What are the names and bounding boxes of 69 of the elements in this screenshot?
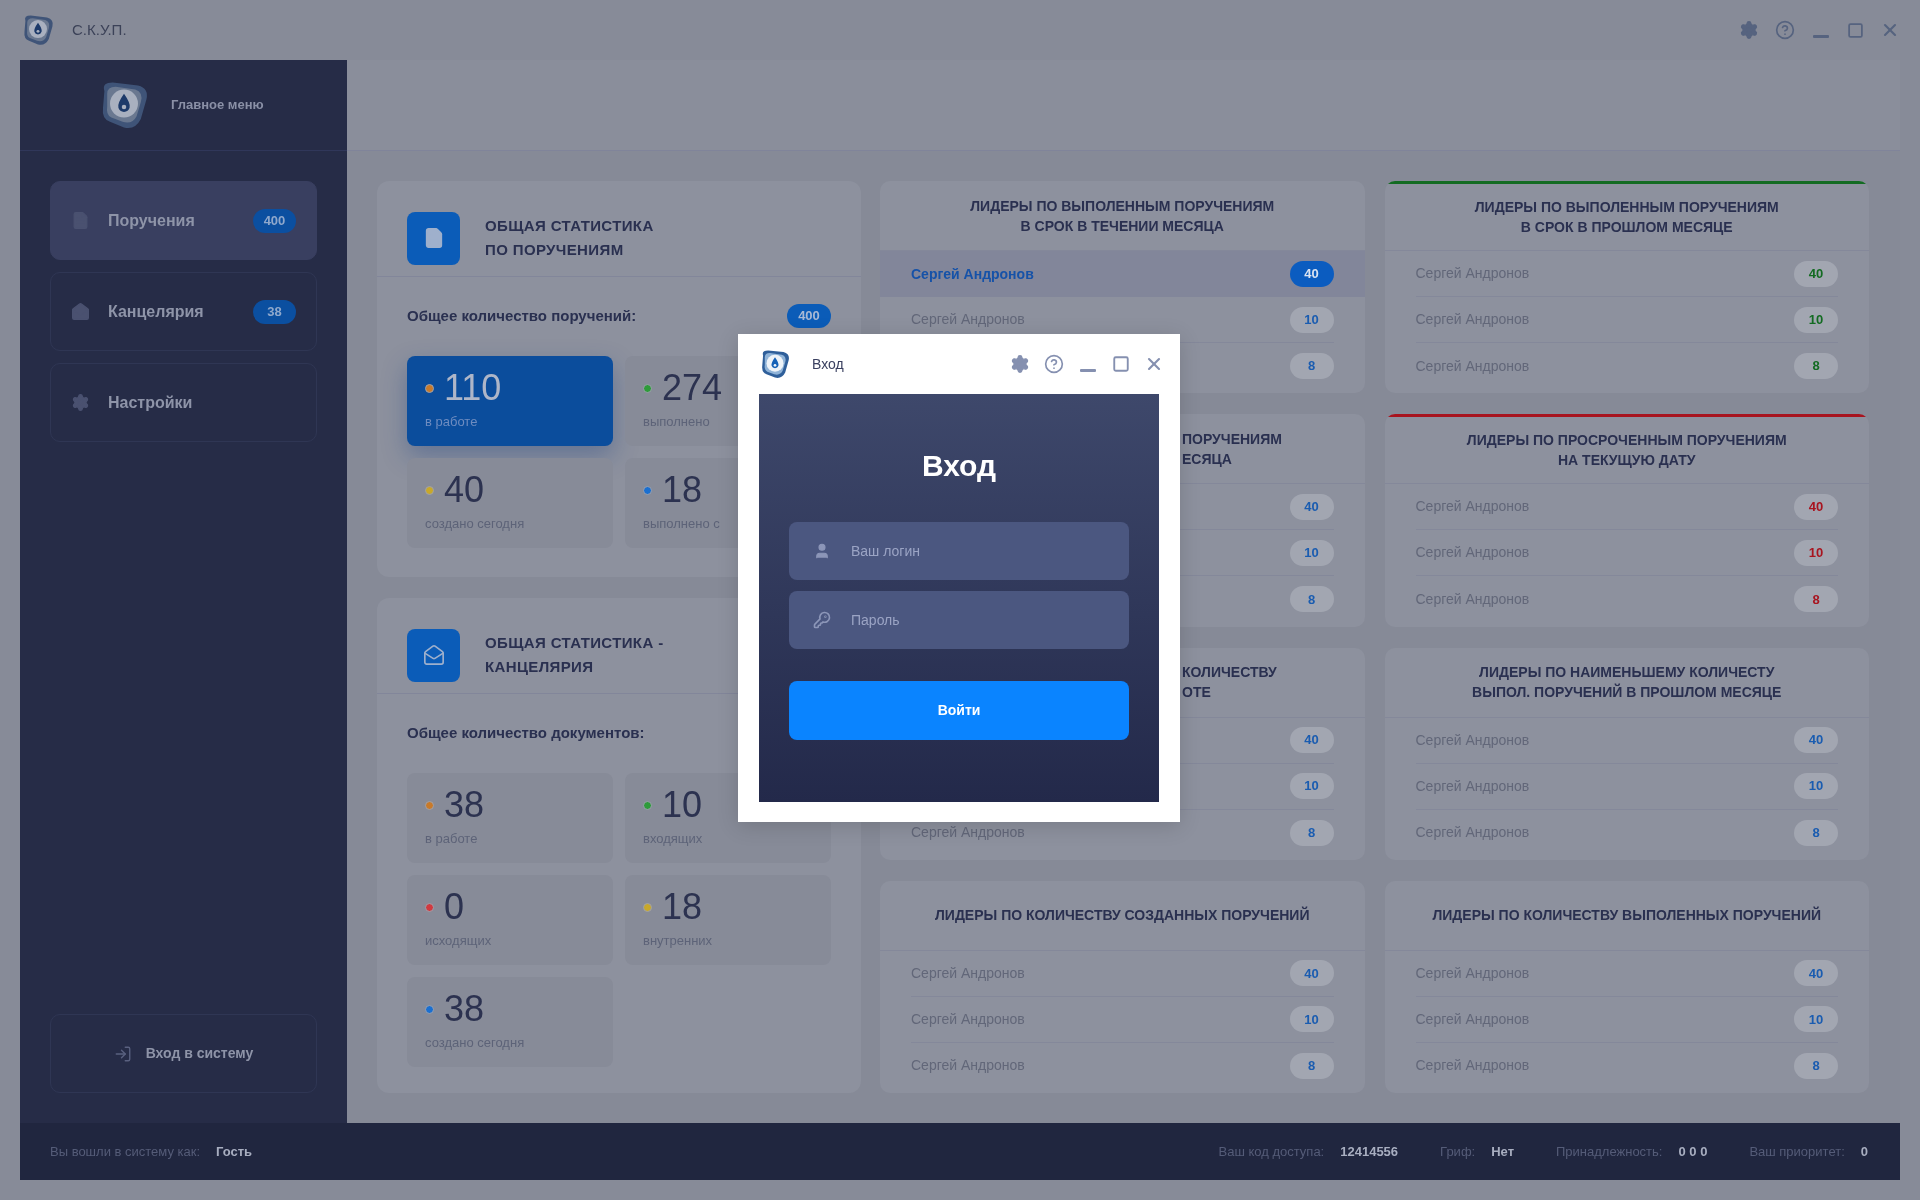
count-badge: 40: [1289, 727, 1334, 753]
card-title: ЛИДЕРЫ ПО НАИМЕНЬШЕМУ КОЛИЧЕСТУ: [1479, 663, 1775, 682]
stat-value: 18: [662, 885, 703, 929]
card-title: ОБЩАЯ СТАТИСТИКА ПО ПОРУЧЕНИЯМ: [485, 216, 654, 260]
total-label: Общее количество документов:: [407, 722, 645, 743]
total-label: Общее количество поручений:: [407, 305, 637, 326]
card-title: НА ТЕКУЩУЮ ДАТУ: [1557, 451, 1696, 471]
status-value: 0 0 0: [1678, 1142, 1708, 1161]
status-value: 0: [1860, 1142, 1868, 1161]
count-badge: 10: [1794, 539, 1838, 566]
stat-value: 274: [662, 366, 723, 410]
count-badge: 40: [1794, 493, 1838, 520]
count-badge: 10: [1289, 539, 1334, 566]
status-value: Нет: [1491, 1142, 1514, 1161]
count-badge: 40: [1289, 960, 1334, 987]
count-badge: 8: [1794, 353, 1838, 379]
status-label: Ваш приоритет:: [1749, 1142, 1845, 1161]
total-badge: 400: [787, 304, 831, 328]
count-badge: 400: [253, 208, 296, 233]
card-title: ЛИДЕРЫ ПО ПРОСРОЧЕННЫМ ПОРУЧЕНИЯМ: [1466, 431, 1787, 451]
count-badge: 10: [1794, 306, 1838, 333]
count-badge: 40: [1794, 727, 1838, 753]
stat-value: 40: [444, 468, 485, 512]
status-label: Гриф:: [1440, 1142, 1476, 1161]
card-title: В СРОК В ПРОШЛОМ МЕСЯЦЕ: [1520, 218, 1733, 237]
count-badge: 10: [1794, 773, 1838, 799]
count-badge: 10: [1794, 1006, 1838, 1033]
count-badge: 40: [1289, 493, 1334, 520]
card-title: ОТЕ: [1182, 683, 1211, 702]
stat-value: 0: [444, 885, 465, 929]
stat-value: 18: [662, 468, 703, 512]
count-badge: 8: [1289, 353, 1334, 379]
sidebar-title: Главное меню: [171, 96, 264, 115]
count-badge: 10: [1289, 1006, 1334, 1033]
count-badge: 38: [253, 299, 296, 324]
stat-value: 10: [662, 783, 703, 827]
card-title: ЛИДЕРЫ ПО ВЫПОЛЕННЫМ ПОРУЧЕНИЯМ: [970, 196, 1275, 216]
status-value: 12414556: [1340, 1142, 1399, 1161]
count-badge: 8: [1794, 586, 1838, 613]
card-title: КОЛИЧЕСТВУ: [1182, 663, 1277, 682]
count-badge: 8: [1289, 1052, 1334, 1079]
stat-value: 38: [444, 783, 485, 827]
status-value: Гость: [216, 1142, 253, 1161]
card-title: ЛИДЕРЫ ПО КОЛИЧЕСТВУ ВЫПОЛЕННЫХ ПОРУЧЕНИЙ: [1432, 905, 1822, 926]
card-title: ВЫПОЛ. ПОРУЧЕНИЙ В ПРОШЛОМ МЕСЯЦЕ: [1472, 682, 1782, 702]
card-title: ПОРУЧЕНИЯМ: [1182, 429, 1282, 449]
status-label: Принадлежность:: [1556, 1142, 1663, 1161]
count-badge: 8: [1289, 819, 1334, 846]
count-badge: 40: [1289, 261, 1334, 287]
card-title: ЕСЯЦА: [1182, 449, 1232, 469]
card-title: ЛИДЕРЫ ПО ВЫПОЛЕННЫМ ПОРУЧЕНИЯМ: [1474, 198, 1779, 217]
stat-value: 38: [444, 987, 485, 1031]
stat-label: в работе: [425, 413, 479, 431]
count-badge: 8: [1289, 586, 1334, 613]
count-badge: 10: [1289, 306, 1334, 333]
status-label: Вы вошли в систему как:: [50, 1142, 201, 1161]
person-name: Сергей Андронов: [911, 264, 1034, 284]
count-badge: 40: [1794, 260, 1838, 287]
login-heading: Вход: [920, 448, 998, 484]
card-title: В СРОК В ТЕЧЕНИИ МЕСЯЦА: [1020, 216, 1224, 236]
app-title: С.К.У.П.: [72, 19, 127, 40]
count-badge: 8: [1794, 819, 1838, 846]
count-badge: 40: [1794, 960, 1838, 987]
status-label: Ваш код доступа:: [1218, 1142, 1325, 1161]
stat-value: 110: [444, 366, 502, 410]
card-title: ЛИДЕРЫ ПО КОЛИЧЕСТВУ СОЗДАННЫХ ПОРУЧЕНИЙ: [935, 905, 1310, 926]
count-badge: 10: [1289, 773, 1334, 799]
count-badge: 8: [1794, 1052, 1838, 1079]
card-title: ОБЩАЯ СТАТИСТИКА - КАНЦЕЛЯРИЯ: [485, 633, 664, 677]
